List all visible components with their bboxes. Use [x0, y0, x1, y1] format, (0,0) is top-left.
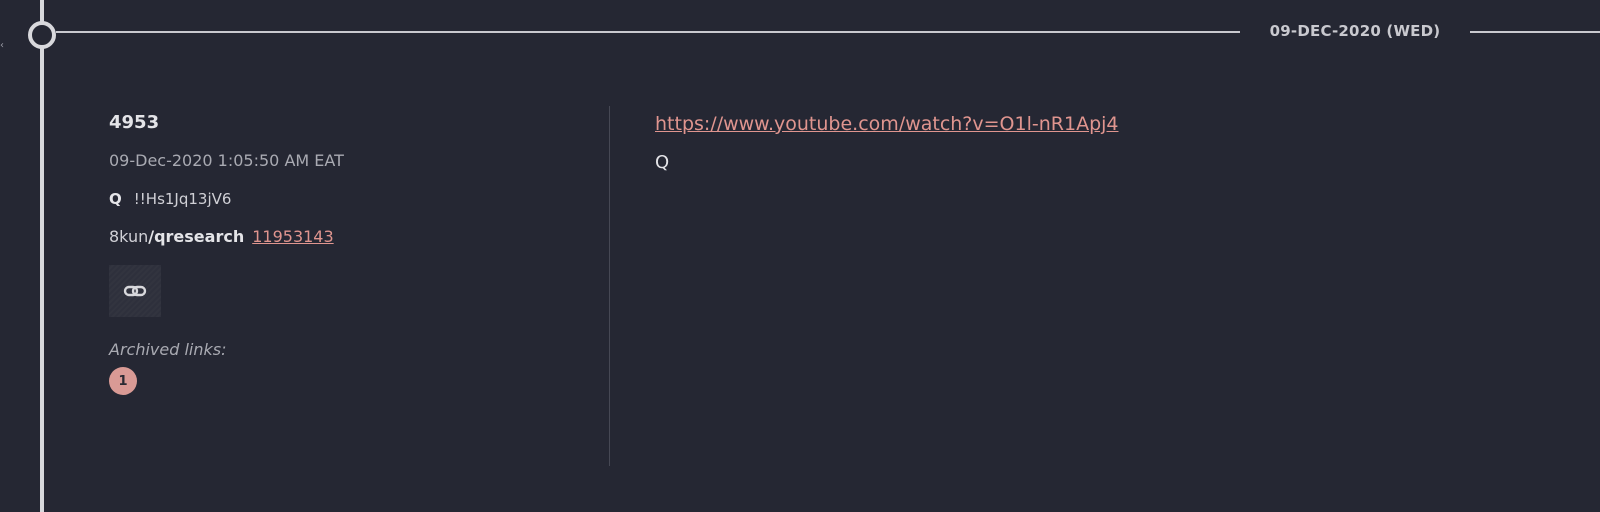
column-divider [609, 106, 610, 466]
archived-links-label: Archived links: [109, 340, 227, 359]
permalink-button[interactable] [109, 265, 161, 317]
chain-link-icon [123, 285, 147, 297]
content-text: Q [655, 152, 670, 173]
timeline-line [40, 0, 44, 512]
board-name: /qresearch [148, 227, 245, 246]
header-rule-right [1470, 31, 1600, 33]
archived-link-badge[interactable]: 1 [109, 367, 137, 395]
source-post-link[interactable]: 11953143 [252, 227, 333, 246]
date-header: 09-DEC-2020 (WED) [1269, 22, 1441, 40]
tripcode: !!Hs1Jq13jV6 [133, 190, 232, 208]
content-link[interactable]: https://www.youtube.com/watch?v=O1l-nR1A… [655, 111, 1555, 137]
board-row: 8kun/qresearch 11953143 [109, 226, 579, 248]
post-content: https://www.youtube.com/watch?v=O1l-nR1A… [655, 111, 1555, 175]
collapse-arrow-icon: ‹ [0, 40, 4, 51]
post-number: 4953 [109, 112, 160, 133]
source-site: 8kun [109, 227, 149, 246]
header-rule [56, 31, 1240, 33]
post-meta: 4953 09-Dec-2020 1:05:50 AM EAT Q !!Hs1Jq… [109, 110, 579, 395]
author-name: Q [109, 190, 122, 208]
timeline-node [28, 21, 56, 49]
post-timestamp: 09-Dec-2020 1:05:50 AM EAT [109, 151, 344, 170]
author-row: Q !!Hs1Jq13jV6 [109, 188, 579, 210]
